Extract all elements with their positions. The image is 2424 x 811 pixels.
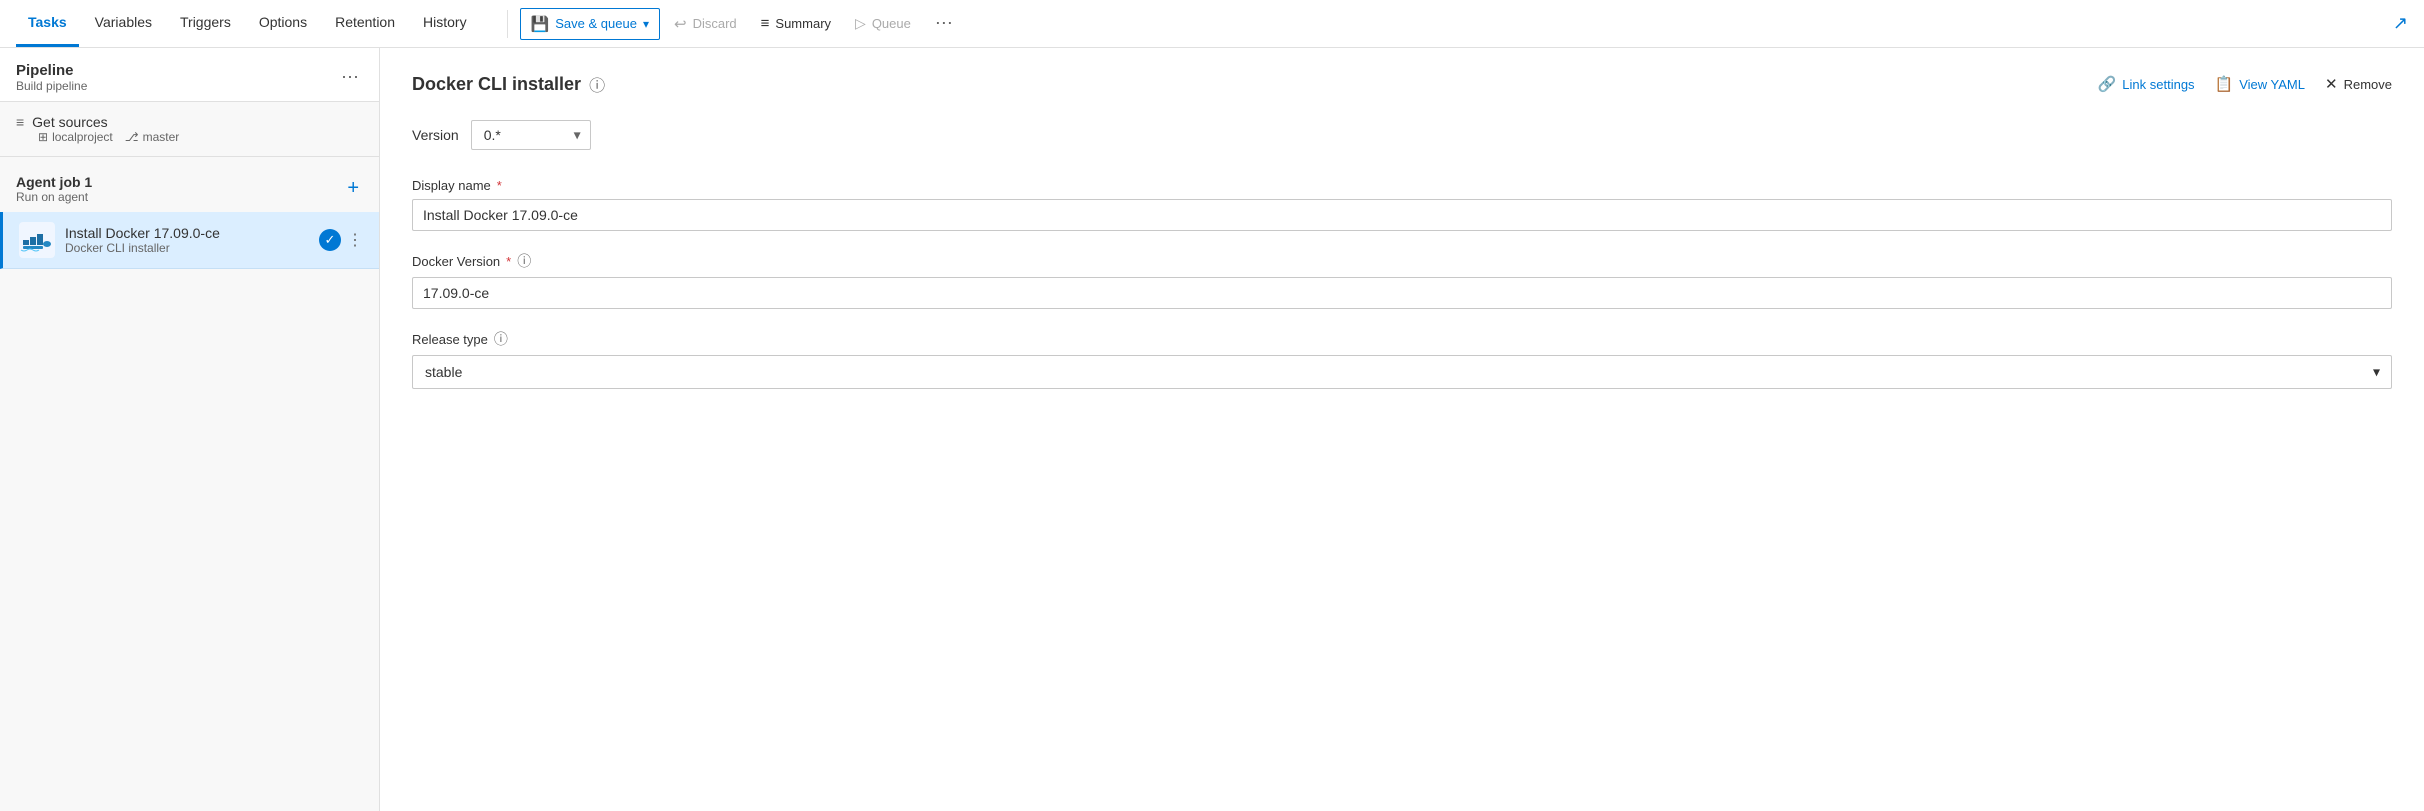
view-yaml-label: View YAML <box>2239 77 2305 92</box>
remove-label: Remove <box>2344 77 2392 92</box>
docker-task-icon <box>19 222 55 258</box>
agent-job-subtitle: Run on agent <box>16 190 92 204</box>
title-row: Docker CLI installer ⓘ <box>412 72 605 96</box>
toolbar: 💾 Save & queue ▾ ↩ Discard ≡ Summary ▷ Q… <box>520 7 2393 40</box>
right-panel-title: Docker CLI installer <box>412 74 581 95</box>
save-icon: 💾 <box>531 15 550 33</box>
remove-button[interactable]: ✕ Remove <box>2325 75 2392 93</box>
nav-tabs: Tasks Variables Triggers Options Retenti… <box>16 0 479 47</box>
branch-meta: ⎇ master <box>125 130 180 144</box>
release-type-select-wrapper: stable edge test nightly ▾ <box>412 355 2392 389</box>
pipeline-subtitle: Build pipeline <box>16 79 87 93</box>
queue-label: Queue <box>872 16 911 31</box>
agent-job-header: Agent job 1 Run on agent + <box>0 157 379 212</box>
nav-divider <box>507 10 508 38</box>
agent-job-title: Agent job 1 <box>16 174 92 190</box>
top-nav: Tasks Variables Triggers Options Retenti… <box>0 0 2424 48</box>
get-sources-meta: ⊞ localproject ⎇ master <box>38 130 363 144</box>
task-item-info: Install Docker 17.09.0-ce Docker CLI ins… <box>65 225 319 255</box>
tab-triggers[interactable]: Triggers <box>168 0 243 47</box>
queue-play-icon: ▷ <box>855 15 866 32</box>
lines-icon: ≡ <box>16 114 24 130</box>
tab-tasks[interactable]: Tasks <box>16 0 79 47</box>
version-label: Version <box>412 127 459 143</box>
add-task-button[interactable]: + <box>343 173 363 204</box>
docker-version-input[interactable] <box>412 277 2392 309</box>
display-name-input[interactable] <box>412 199 2392 231</box>
release-type-row: Release type ⓘ stable edge test nightly … <box>412 329 2392 389</box>
expand-button[interactable]: ↗ <box>2393 13 2408 34</box>
display-name-row: Display name * <box>412 178 2392 231</box>
link-settings-label: Link settings <box>2122 77 2194 92</box>
docker-version-info-icon[interactable]: ⓘ <box>517 251 531 271</box>
plus-icon: + <box>347 177 359 199</box>
chevron-down-icon: ▾ <box>643 17 649 31</box>
drag-handle-icon[interactable]: ⋮ <box>347 230 363 250</box>
release-type-select[interactable]: stable edge test nightly <box>412 355 2392 389</box>
title-info-icon[interactable]: ⓘ <box>589 72 605 96</box>
task-check-icon: ✓ <box>319 229 341 251</box>
branch-icon: ⎇ <box>125 130 139 144</box>
pipeline-header: Pipeline Build pipeline ⋯ <box>0 48 379 102</box>
get-sources[interactable]: ≡ Get sources ⊞ localproject ⎇ master <box>0 102 379 157</box>
version-row: Version 0.* 1.* ▾ <box>412 120 2392 150</box>
pipeline-ellipsis-icon: ⋯ <box>341 67 359 87</box>
task-item[interactable]: Install Docker 17.09.0-ce Docker CLI ins… <box>0 212 379 269</box>
task-item-description: Docker CLI installer <box>65 241 319 255</box>
agent-job-info: Agent job 1 Run on agent <box>16 174 92 204</box>
docker-version-row: Docker Version * ⓘ <box>412 251 2392 309</box>
link-settings-button[interactable]: 🔗 Link settings <box>2098 75 2195 93</box>
remove-x-icon: ✕ <box>2325 75 2338 93</box>
queue-button[interactable]: ▷ Queue <box>845 9 921 38</box>
more-button[interactable]: ⋯ <box>925 7 963 40</box>
discard-label: Discard <box>693 16 737 31</box>
docker-version-label: Docker Version * ⓘ <box>412 251 2392 271</box>
header-actions: 🔗 Link settings 📋 View YAML ✕ Remove <box>2098 75 2392 93</box>
ellipsis-icon: ⋯ <box>935 13 953 34</box>
version-select[interactable]: 0.* 1.* <box>471 120 591 150</box>
release-type-info-icon[interactable]: ⓘ <box>494 329 508 349</box>
main-layout: Pipeline Build pipeline ⋯ ≡ Get sources … <box>0 48 2424 811</box>
summary-label: Summary <box>775 16 831 31</box>
task-item-name: Install Docker 17.09.0-ce <box>65 225 319 241</box>
repo-name: localproject <box>52 130 113 144</box>
pipeline-info: Pipeline Build pipeline <box>16 62 87 93</box>
view-yaml-button[interactable]: 📋 View YAML <box>2215 75 2305 93</box>
pipeline-more-button[interactable]: ⋯ <box>337 63 363 92</box>
expand-icon: ↗ <box>2393 13 2408 33</box>
version-select-wrapper: 0.* 1.* ▾ <box>471 120 591 150</box>
tab-variables[interactable]: Variables <box>83 0 164 47</box>
display-name-label: Display name * <box>412 178 2392 193</box>
repo-icon: ⊞ <box>38 130 48 144</box>
pipeline-title: Pipeline <box>16 62 87 79</box>
repo-meta: ⊞ localproject <box>38 130 113 144</box>
left-panel: Pipeline Build pipeline ⋯ ≡ Get sources … <box>0 48 380 811</box>
undo-icon: ↩ <box>674 15 687 33</box>
summary-button[interactable]: ≡ Summary <box>751 9 841 38</box>
right-panel-header: Docker CLI installer ⓘ 🔗 Link settings 📋… <box>412 72 2392 96</box>
display-name-required: * <box>497 178 502 193</box>
summary-icon: ≡ <box>761 15 770 32</box>
tab-history[interactable]: History <box>411 0 479 47</box>
tab-options[interactable]: Options <box>247 0 319 47</box>
docker-version-required: * <box>506 254 511 269</box>
release-type-label: Release type ⓘ <box>412 329 2392 349</box>
yaml-icon: 📋 <box>2215 75 2234 93</box>
branch-name: master <box>143 130 180 144</box>
right-panel: Docker CLI installer ⓘ 🔗 Link settings 📋… <box>380 48 2424 811</box>
link-icon: 🔗 <box>2098 75 2117 93</box>
save-queue-label: Save & queue <box>555 16 637 31</box>
save-queue-button[interactable]: 💾 Save & queue ▾ <box>520 8 660 40</box>
get-sources-label: Get sources <box>32 114 107 130</box>
task-item-actions: ✓ ⋮ <box>319 229 363 251</box>
discard-button[interactable]: ↩ Discard <box>664 9 747 39</box>
tab-retention[interactable]: Retention <box>323 0 407 47</box>
